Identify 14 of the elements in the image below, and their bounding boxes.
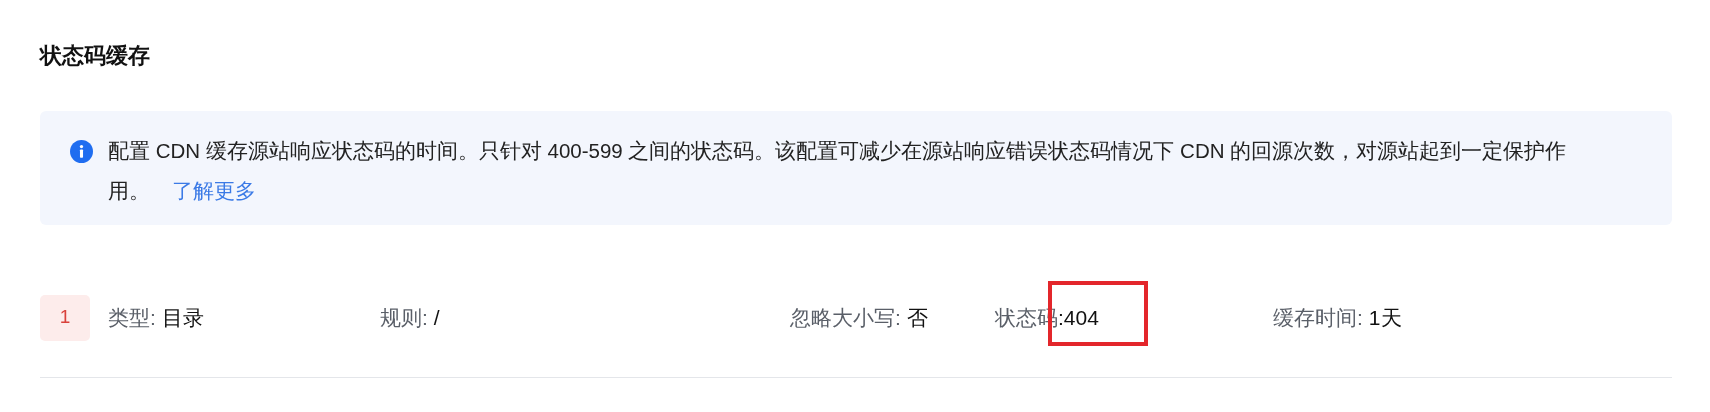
field-value: /: [433, 304, 440, 331]
field-value: 否: [906, 304, 928, 331]
field-label: 忽略大小写:: [790, 304, 901, 331]
field-value: 目录: [161, 304, 204, 331]
info-text: 配置 CDN 缓存源站响应状态码的时间。只针对 400-599 之间的状态码。该配置可减少在源站响应错误状态码情况下 CDN 的回源次数，对源站起到一定保护作用。 了解更多: [108, 137, 1568, 204]
field-label: 缓存时间:: [1273, 304, 1363, 331]
field-value: 1天: [1368, 304, 1402, 331]
field-value: :404: [1058, 301, 1099, 334]
info-icon: [70, 139, 93, 163]
field-label: 规则:: [380, 304, 428, 331]
learn-more-link[interactable]: 了解更多: [172, 178, 256, 202]
section-title: 状态码缓存: [40, 42, 151, 70]
field-label: 类型:: [108, 304, 156, 331]
rule-index: 1: [40, 294, 90, 341]
